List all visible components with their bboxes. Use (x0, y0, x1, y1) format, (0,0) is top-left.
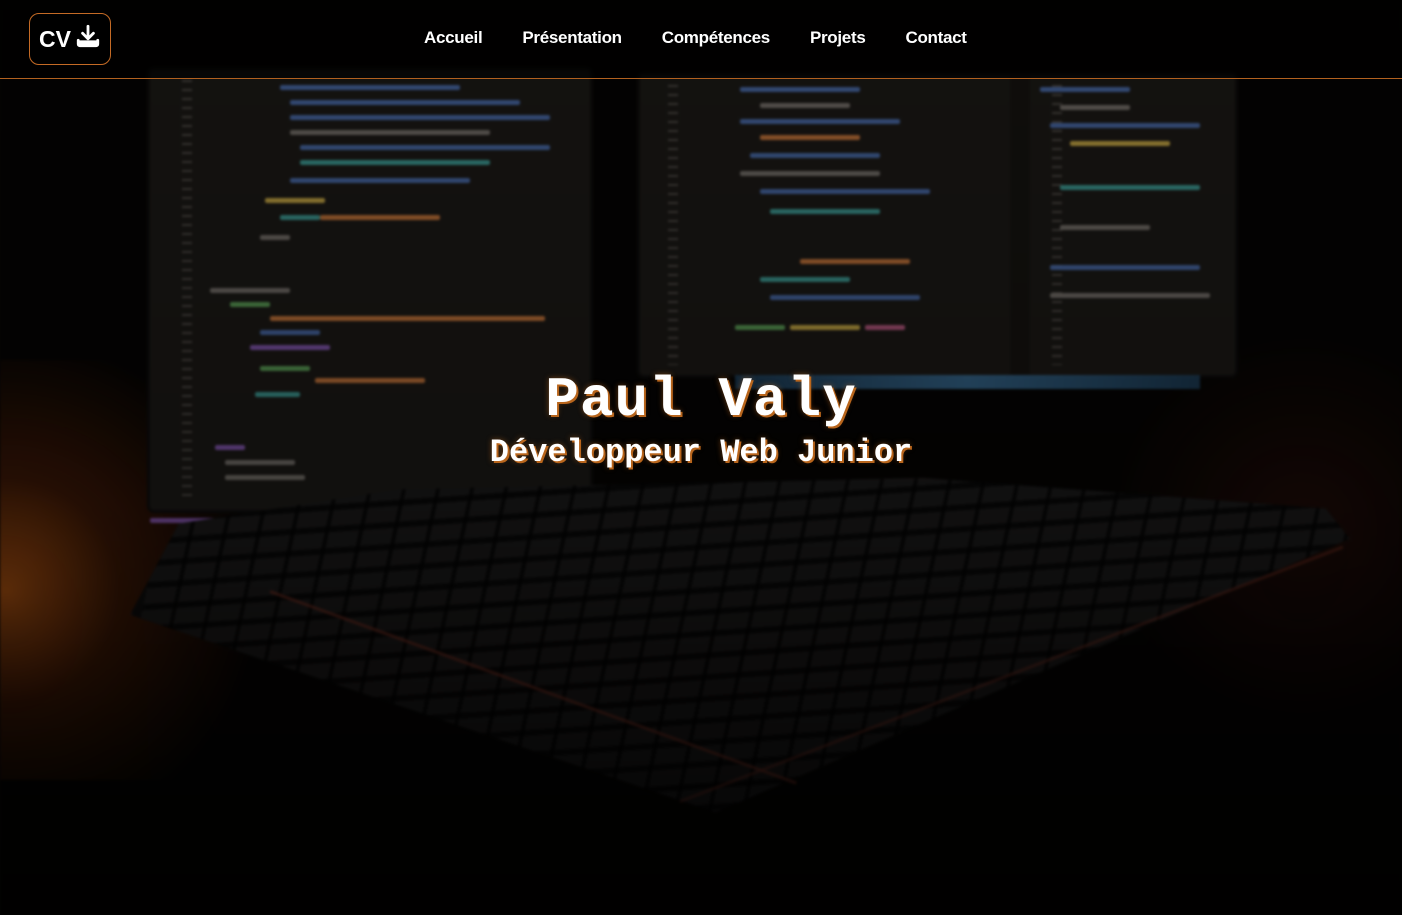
download-icon (75, 23, 101, 55)
nav-link-contact[interactable]: Contact (905, 28, 966, 48)
nav-link-presentation[interactable]: Présentation (522, 28, 622, 48)
hero-title-block: Paul Valy Développeur Web Junior (0, 368, 1402, 471)
hero-name: Paul Valy (545, 368, 857, 432)
cv-label: CV (39, 25, 71, 52)
cv-download-button[interactable]: CV (29, 13, 111, 65)
nav-link-accueil[interactable]: Accueil (424, 28, 483, 48)
navbar: CV Accueil Présentation Compétences Proj… (0, 0, 1402, 79)
nav-link-projets[interactable]: Projets (810, 28, 866, 48)
main-navigation: Accueil Présentation Compétences Projets… (424, 28, 967, 48)
hero-role: Développeur Web Junior (489, 434, 913, 471)
nav-link-competences[interactable]: Compétences (662, 28, 770, 48)
